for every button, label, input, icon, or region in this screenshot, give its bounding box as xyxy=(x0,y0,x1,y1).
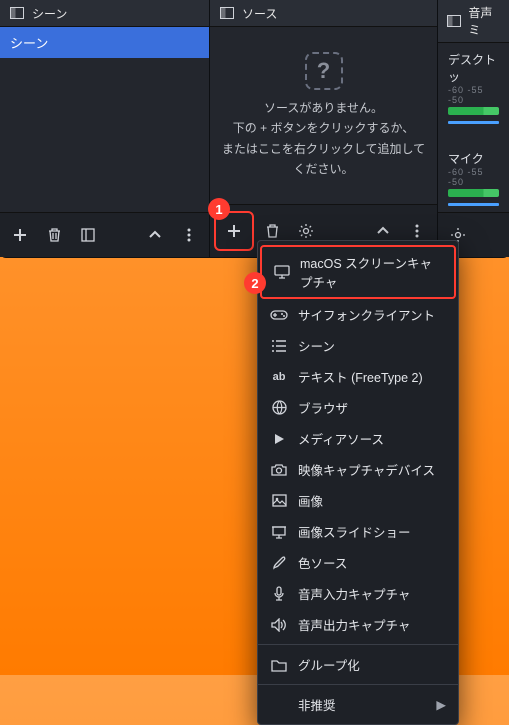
blank-icon xyxy=(270,696,288,714)
add-source-menu: macOS スクリーンキャプチャサイフォンクライアントシーン ab テキスト (Fr… xyxy=(257,240,459,725)
menu-separator xyxy=(258,644,458,645)
menu-item-5[interactable]: メディアソース xyxy=(258,423,458,454)
chevron-right-icon: ▶ xyxy=(436,697,446,712)
camera-icon xyxy=(270,461,288,479)
meter-icon xyxy=(448,189,499,197)
add-scene-button[interactable] xyxy=(4,219,36,251)
annotation-1: 1 xyxy=(208,198,230,220)
annotation-2: 2 xyxy=(244,272,266,294)
meter-ticks: -60 -55 -50 xyxy=(448,85,499,105)
volume-slider[interactable] xyxy=(448,121,499,124)
track-name: マイク xyxy=(448,150,499,167)
menu-item-group[interactable]: グループ化 xyxy=(258,649,458,680)
menu-item-8[interactable]: 画像スライドショー xyxy=(258,516,458,547)
scenes-title: シーン xyxy=(32,5,67,22)
slideshow-icon xyxy=(270,523,288,541)
menu-label: 画像 xyxy=(298,491,323,510)
menu-label: グループ化 xyxy=(298,655,360,674)
speaker-icon xyxy=(270,616,288,634)
dock-icon xyxy=(218,4,236,22)
menu-label: テキスト (FreeType 2) xyxy=(298,367,423,386)
scene-more-button[interactable] xyxy=(173,219,205,251)
scenes-header: シーン xyxy=(0,0,209,27)
menu-label: ブラウザ xyxy=(298,398,348,417)
gamepad-icon xyxy=(270,306,288,324)
sources-title: ソース xyxy=(242,5,277,22)
dock-icon xyxy=(446,12,462,30)
scene-up-button[interactable] xyxy=(139,219,171,251)
audio-body: デスクトッ -60 -55 -50 マイク -60 -55 -50 xyxy=(438,43,509,212)
monitor-icon xyxy=(274,263,290,281)
empty-line-3: またはここを右クリックして追加してください。 xyxy=(218,139,429,180)
globe-icon xyxy=(270,399,288,417)
menu-label: 色ソース xyxy=(298,553,347,572)
question-icon: ? xyxy=(305,52,343,90)
menu-label: 非推奨 xyxy=(298,695,336,714)
menu-item-0[interactable]: macOS スクリーンキャプチャ xyxy=(260,245,456,299)
volume-slider[interactable] xyxy=(448,203,499,206)
menu-item-6[interactable]: 映像キャプチャデバイス xyxy=(258,454,458,485)
menu-item-3[interactable]: ab テキスト (FreeType 2) xyxy=(258,361,458,392)
app-window: シーン シーン xyxy=(0,0,509,258)
sources-empty-state: ? ソースがありません。 下の + ボタンをクリックするか、 またはここを右クリ… xyxy=(210,27,437,204)
menu-item-4[interactable]: ブラウザ xyxy=(258,392,458,423)
menu-item-9[interactable]: 色ソース xyxy=(258,547,458,578)
scene-filters-button[interactable] xyxy=(72,219,104,251)
image-icon xyxy=(270,492,288,510)
menu-label: 音声出力キャプチャ xyxy=(298,615,410,634)
meter-icon xyxy=(448,107,499,115)
menu-label: サイフォンクライアント xyxy=(298,305,435,324)
brush-icon xyxy=(270,554,288,572)
menu-item-10[interactable]: 音声入力キャプチャ xyxy=(258,578,458,609)
menu-item-7[interactable]: 画像 xyxy=(258,485,458,516)
menu-item-deprecated[interactable]: 非推奨 ▶ xyxy=(258,689,458,720)
scenes-toolbar xyxy=(0,212,209,257)
delete-scene-button[interactable] xyxy=(38,219,70,251)
scene-item[interactable]: シーン xyxy=(0,27,209,58)
audio-track-mic[interactable]: マイク -60 -55 -50 xyxy=(438,142,509,210)
empty-line-2: 下の + ボタンをクリックするか、 xyxy=(233,118,414,138)
sources-list[interactable]: ? ソースがありません。 下の + ボタンをクリックするか、 またはここを右クリ… xyxy=(210,27,437,204)
scenes-list[interactable]: シーン xyxy=(0,27,209,212)
audio-title: 音声ミ xyxy=(468,4,501,38)
menu-label: 音声入力キャプチャ xyxy=(298,584,410,603)
audio-header: 音声ミ xyxy=(438,0,509,43)
add-source-button[interactable] xyxy=(218,215,250,247)
folder-icon xyxy=(270,656,288,674)
menu-item-2[interactable]: シーン xyxy=(258,330,458,361)
empty-line-1: ソースがありません。 xyxy=(264,98,383,118)
audio-track-desktop[interactable]: デスクトッ -60 -55 -50 xyxy=(438,43,509,128)
menu-item-11[interactable]: 音声出力キャプチャ xyxy=(258,609,458,640)
menu-label: 画像スライドショー xyxy=(298,522,411,541)
sources-header: ソース xyxy=(210,0,437,27)
menu-label: 映像キャプチャデバイス xyxy=(298,460,435,479)
menu-separator xyxy=(258,684,458,685)
menu-label: メディアソース xyxy=(298,429,384,448)
menu-label: シーン xyxy=(298,336,335,355)
track-name: デスクトッ xyxy=(448,51,499,85)
play-icon xyxy=(270,430,288,448)
mic-icon xyxy=(270,585,288,603)
menu-label: macOS スクリーンキャプチャ xyxy=(300,253,442,291)
list-icon xyxy=(270,337,288,355)
menu-item-1[interactable]: サイフォンクライアント xyxy=(258,299,458,330)
meter-ticks: -60 -55 -50 xyxy=(448,167,499,187)
sources-panel: ソース ? ソースがありません。 下の + ボタンをクリックするか、 またはここ… xyxy=(210,0,438,257)
audio-panel: 音声ミ デスクトッ -60 -55 -50 マイク -60 -55 -50 xyxy=(438,0,509,257)
scenes-panel: シーン シーン xyxy=(0,0,210,257)
text-icon: ab xyxy=(270,368,288,386)
dock-icon xyxy=(8,4,26,22)
